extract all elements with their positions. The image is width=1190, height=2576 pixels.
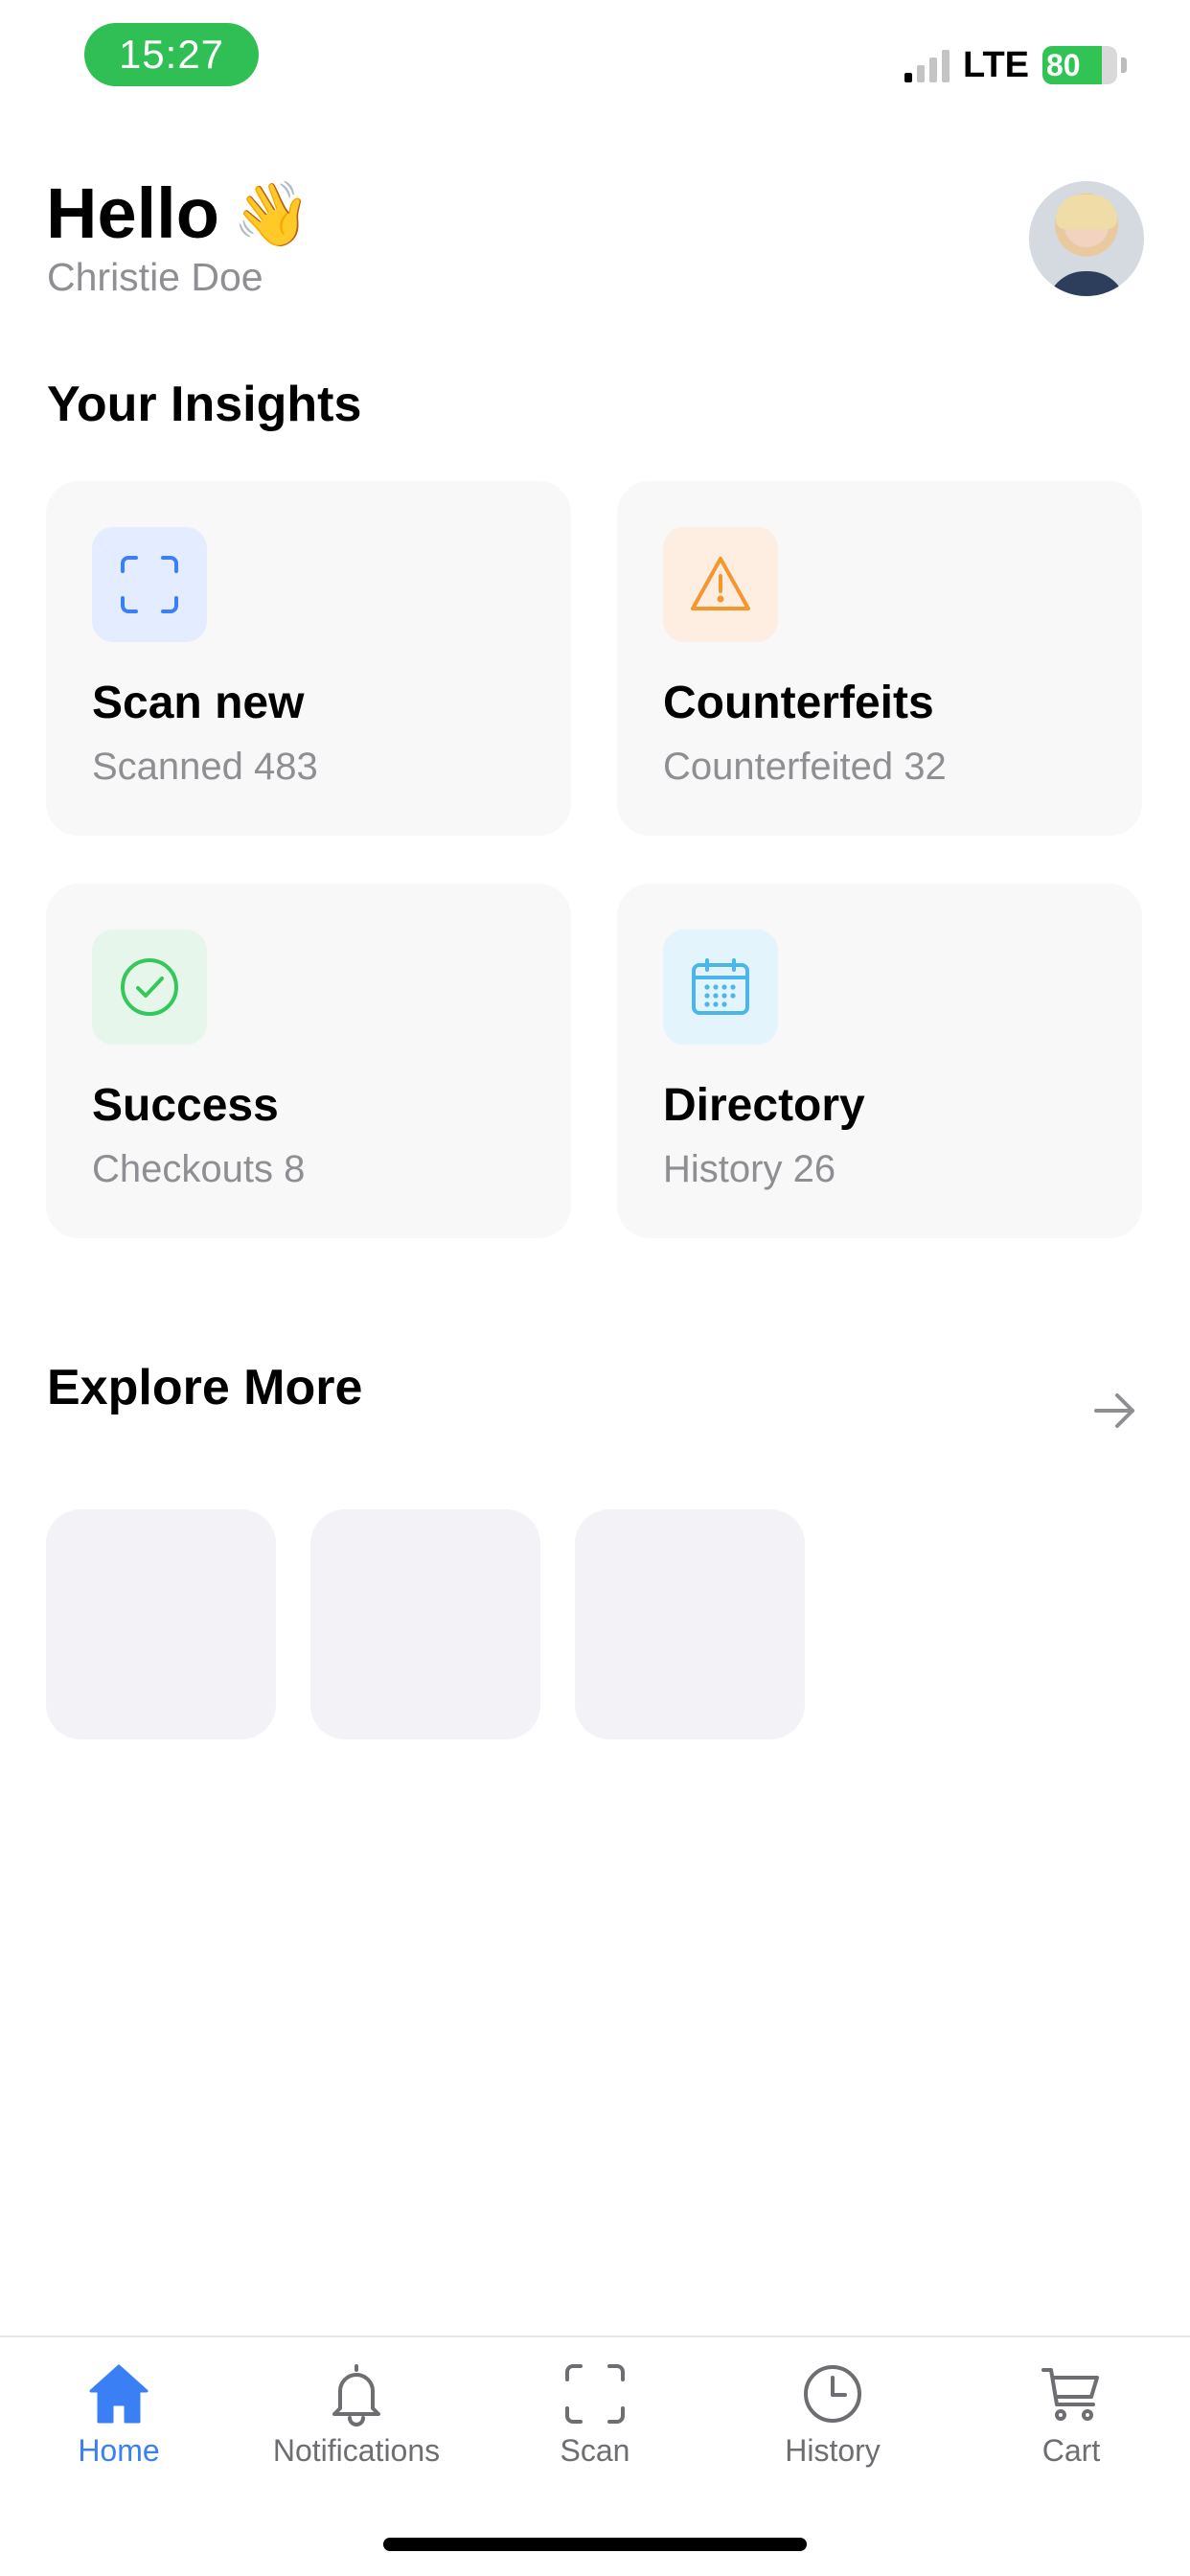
bell-icon <box>332 2364 380 2426</box>
scan-frame-icon <box>565 2364 625 2424</box>
cellular-signal-icon <box>904 48 950 82</box>
tab-scan[interactable]: Scan <box>476 2360 714 2469</box>
insight-card-counterfeits[interactable]: Counterfeits Counterfeited 32 <box>617 481 1142 836</box>
card-subtitle: History 26 <box>663 1148 836 1190</box>
arrow-right-icon[interactable] <box>1092 1388 1138 1434</box>
insight-card-success[interactable]: Success Checkouts 8 <box>46 884 571 1238</box>
tab-notifications[interactable]: Notifications <box>238 2360 475 2469</box>
home-indicator[interactable] <box>383 2538 807 2551</box>
network-type: LTE <box>963 44 1029 85</box>
card-title: Counterfeits <box>663 678 934 728</box>
tab-history[interactable]: History <box>714 2360 951 2469</box>
greeting-text: Hello <box>46 173 219 253</box>
greeting: Hello 👋 <box>46 171 311 257</box>
tab-label: Cart <box>1041 2433 1101 2468</box>
insights-title: Your Insights <box>47 377 362 432</box>
card-title: Scan new <box>92 678 305 728</box>
user-name: Christie Doe <box>47 255 263 299</box>
clock-icon <box>804 2365 861 2423</box>
battery-cap <box>1121 58 1127 73</box>
explore-tile[interactable] <box>310 1509 540 1739</box>
card-subtitle: Scanned 483 <box>92 746 318 788</box>
battery-icon: 80 <box>1042 46 1117 84</box>
home-icon <box>89 2364 149 2424</box>
insight-card-scan-new[interactable]: Scan new Scanned 483 <box>46 481 571 836</box>
insight-card-directory[interactable]: Directory History 26 <box>617 884 1142 1238</box>
wave-emoji-icon: 👋 <box>232 178 312 249</box>
check-circle-icon <box>92 930 207 1045</box>
battery-percent: 80 <box>1046 47 1081 82</box>
explore-title: Explore More <box>47 1360 363 1415</box>
status-indicators: LTE 80 <box>904 42 1127 88</box>
tab-home[interactable]: Home <box>0 2360 238 2469</box>
explore-tile[interactable] <box>575 1509 805 1739</box>
warning-triangle-icon <box>663 527 778 642</box>
status-time: 15:27 <box>84 23 259 86</box>
card-title: Directory <box>663 1080 865 1131</box>
cart-icon <box>1041 2368 1099 2421</box>
explore-tile[interactable] <box>46 1509 276 1739</box>
tab-cart[interactable]: Cart <box>952 2360 1190 2469</box>
tab-label: History <box>785 2433 881 2468</box>
card-subtitle: Checkouts 8 <box>92 1148 306 1190</box>
calendar-icon <box>663 930 778 1045</box>
card-title: Success <box>92 1080 279 1131</box>
tab-label: Scan <box>560 2433 630 2468</box>
home-screen: 15:27 LTE 80 Hello 👋 Christie Doe Your I… <box>0 0 1190 2576</box>
tab-label: Notifications <box>272 2433 441 2468</box>
card-subtitle: Counterfeited 32 <box>663 746 947 788</box>
avatar[interactable] <box>1029 181 1144 296</box>
scan-frame-icon <box>92 527 207 642</box>
tab-label: Home <box>78 2433 160 2468</box>
